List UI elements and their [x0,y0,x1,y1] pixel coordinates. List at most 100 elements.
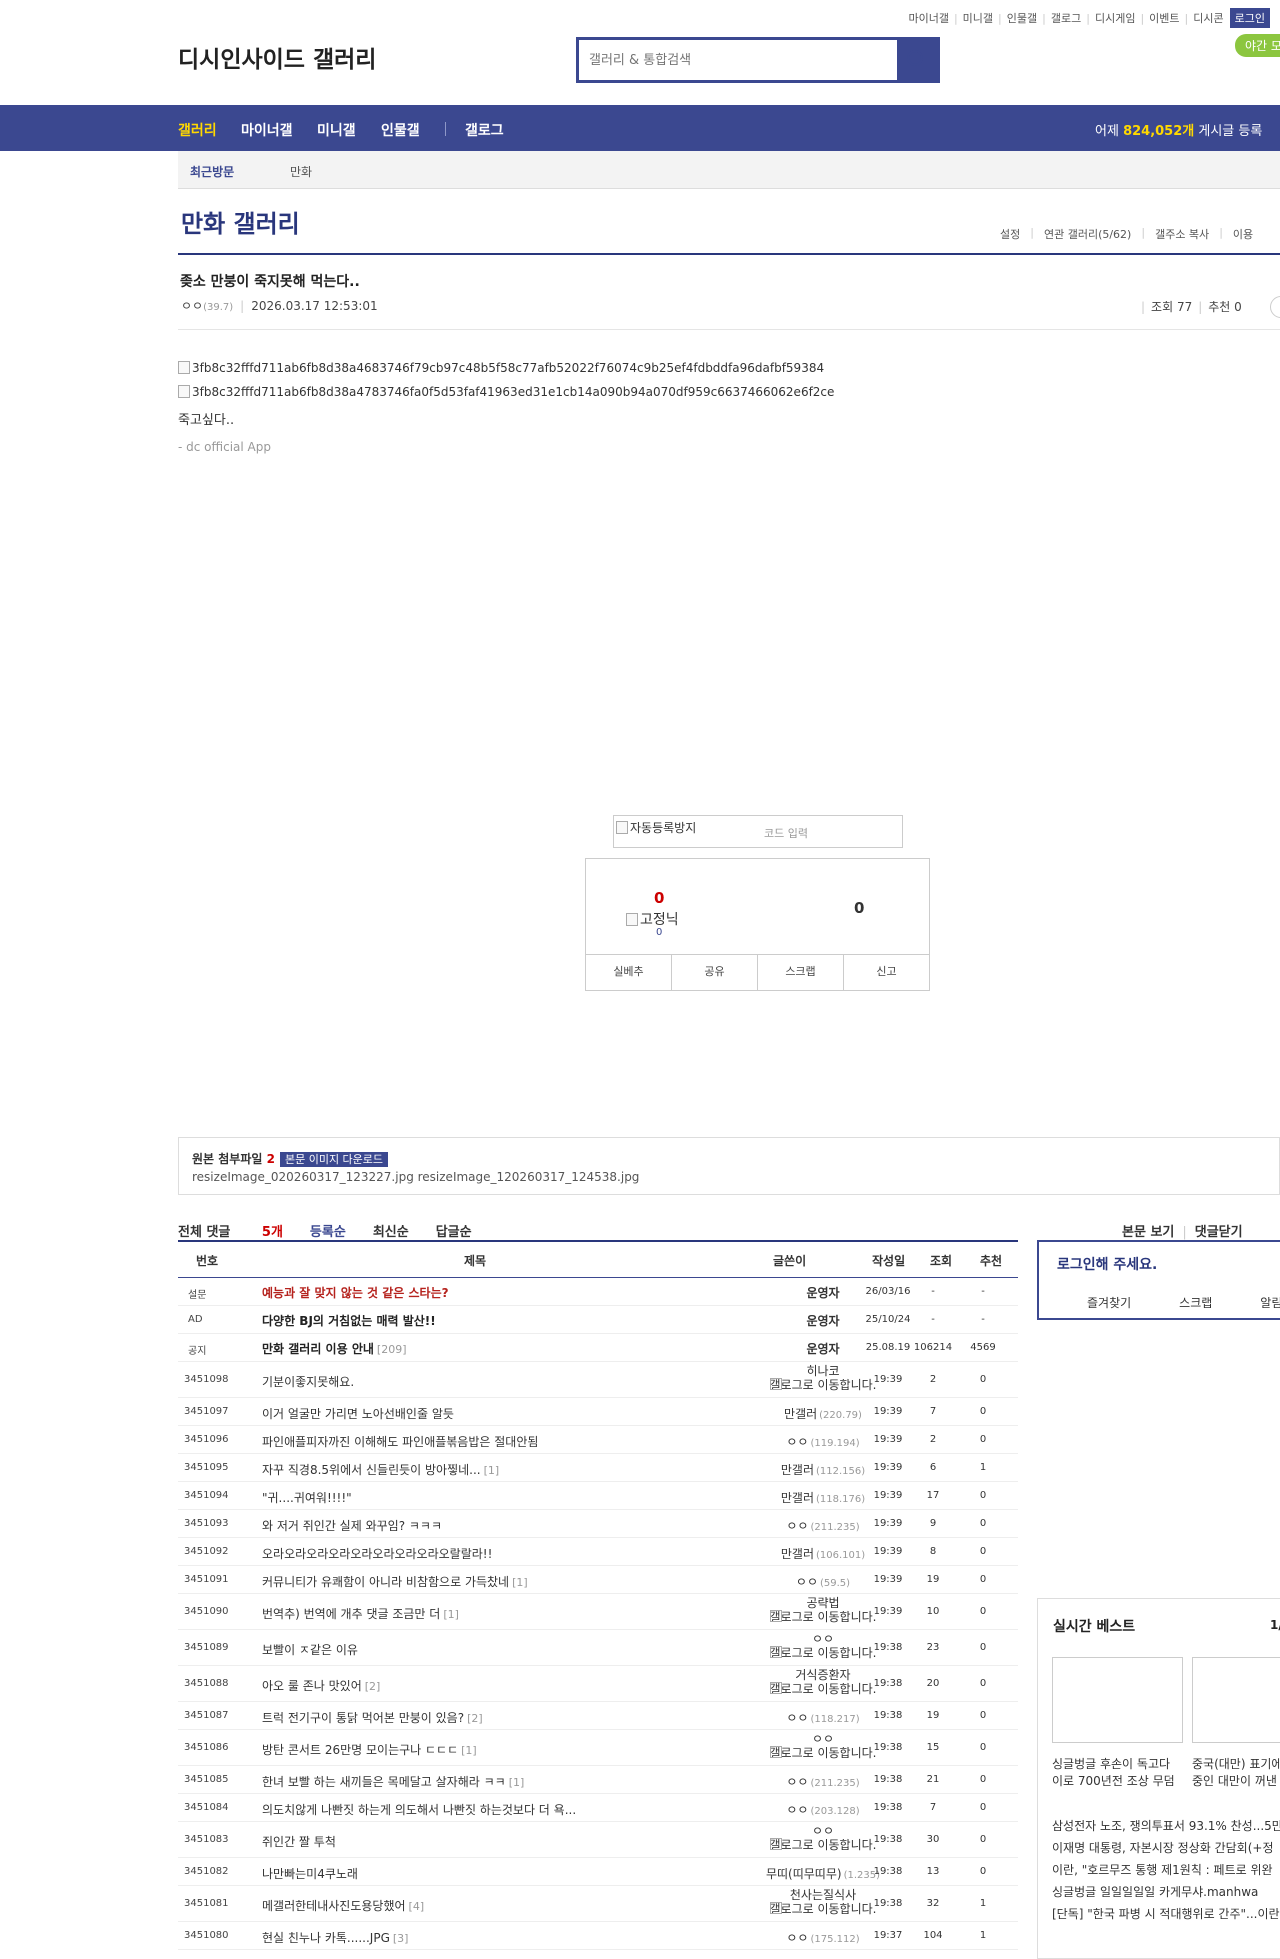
reply-count[interactable]: [1] [512,1576,528,1589]
post-row[interactable]: 3451084 의도치않게 나빤짓 하는게 의도해서 나빤짓 하는것보다 더 욕.… [178,1794,1018,1822]
best-item[interactable]: 이란, "호르무즈 통행 제1원칙 : 페트로 위완 [1052,1861,1273,1878]
reply-count[interactable]: [1] [484,1464,500,1477]
writer-nick[interactable]: 만갤러 [781,1491,814,1505]
downvote-count[interactable]: 0 [854,899,864,917]
writer-nick[interactable]: ㅇㅇ [796,1575,818,1589]
sort-latest-tab[interactable]: 최신순 [373,1221,409,1240]
recent-visit-item[interactable]: 만화 [290,163,312,180]
post-title-link[interactable]: 쥐인간 짤 투척 [262,1833,336,1850]
post-title-text[interactable]: "귀....귀여워!!!!" [262,1491,352,1505]
post-title-text[interactable]: 의도치않게 나빤짓 하는게 의도해서 나빤짓 하는것보다 더 욕... [262,1803,576,1817]
reply-count[interactable]: [1] [443,1608,459,1621]
post-row[interactable]: 3451080 현실 친누나 카톡......JPG [3] ㅇㅇ (175.112) 1… [178,1922,1018,1950]
post-image[interactable]: 3fb8c32fffd711ab6fb8d38a4783746fa0f5d53f… [178,385,834,399]
top-link[interactable]: 이벤트 [1149,10,1179,26]
copy-address-link[interactable]: 갤주소 복사 [1155,226,1209,242]
post-title-text[interactable]: 이거 얼굴만 가리면 노아선배인줄 알듯 [262,1407,454,1421]
post-row[interactable]: 3451088 아오 룰 존나 맛있어 [2] 거식증환자 갤로그로 이동합니다. 19:… [178,1666,1018,1702]
post-row[interactable]: 3451086 방탄 콘서트 26만명 모이는구나 ㄷㄷㄷ [1] ㅇㅇ 갤로그로 이동… [178,1730,1018,1766]
post-title-link[interactable]: 기분이좋지못해요. [262,1373,354,1390]
all-comments-tab[interactable]: 전체 댓글 5개 [178,1221,283,1240]
post-row[interactable]: 3451096 파인애플피자까진 이해해도 파인애플볶음밥은 절대안됨 ㅇㅇ (119… [178,1426,1018,1454]
notice-row[interactable]: 설문 예능과 잘 맞지 않는 것 같은 스타는? 운영자 26/03/16- - [178,1278,1018,1306]
scrap-link[interactable]: 스크랩 [1179,1294,1212,1311]
post-title-text[interactable]: 자꾸 직경8.5위에서 신들린듯이 방아찧네... [262,1463,481,1477]
post-row[interactable]: 3451083 쥐인간 짤 투척 ㅇㅇ 갤로그로 이동합니다. 19:38 30 0 [178,1822,1018,1858]
post-title-text[interactable]: 기분이좋지못해요. [262,1375,354,1389]
settings-link[interactable]: 설정 [1000,226,1020,242]
best-thumbnail[interactable] [1052,1657,1183,1743]
best-item[interactable]: 싱글벙글 일일일일일 카게무샤.manhwa [1052,1883,1258,1900]
post-row[interactable]: 3451098 기분이좋지못해요. 히나코 갤로그로 이동합니다. 19:39 2 0 [178,1362,1018,1398]
nav-mini-gallery[interactable]: 미니갤 [317,120,356,140]
reply-count[interactable]: [3] [393,1932,409,1945]
top-link[interactable]: 미니갤 [963,10,993,26]
scrap-button[interactable]: 스크랩 [758,955,844,990]
related-gallery-link[interactable]: 연관 갤러리(5/62) [1044,226,1131,242]
post-row[interactable]: 3451087 트럭 전기구이 통닭 먹어본 만붕이 있음? [2] ㅇㅇ (118.2… [178,1702,1018,1730]
upvote-count[interactable]: 0 [654,889,664,907]
post-author[interactable]: ㅇㅇ [181,299,203,313]
post-image[interactable]: 3fb8c32fffd711ab6fb8d38a4683746f79cb97c4… [178,361,824,375]
reply-count[interactable]: [1] [461,1744,477,1757]
post-title-link[interactable]: 자꾸 직경8.5위에서 신들린듯이 방아찧네... [1] [262,1461,499,1478]
report-button[interactable]: 신고 [844,955,929,990]
top-link[interactable]: 디시게임 [1095,10,1135,26]
alarm-link[interactable]: 알림 [1260,1294,1280,1311]
sort-registered-tab[interactable]: 등록순 [310,1221,346,1240]
post-title-link[interactable]: 나만빠는미4쿠노래 [262,1865,358,1882]
top-link[interactable]: 인물갤 [1007,10,1037,26]
sort-reply-tab[interactable]: 답글순 [436,1221,472,1240]
post-title-text[interactable]: 커뮤니티가 유쾌함이 아니라 비참함으로 가득찼네 [262,1575,509,1589]
post-title-link[interactable]: 이거 얼굴만 가리면 노아선배인줄 알듯 [262,1405,454,1422]
post-title-link[interactable]: 커뮤니티가 유쾌함이 아니라 비참함으로 가득찼네 [1] [262,1573,528,1590]
post-title-text[interactable]: 트럭 전기구이 통닭 먹어본 만붕이 있음? [262,1711,464,1725]
post-title-text[interactable]: 현실 친누나 카톡......JPG [262,1931,390,1945]
top-link[interactable]: 디시콘 [1193,10,1223,26]
nav-gallery[interactable]: 갤러리 [178,120,217,140]
post-row[interactable]: 3451085 한녀 보빨 하는 새끼들은 목메달고 살자해라 ㅋㅋ [1] ㅇㅇ (2… [178,1766,1018,1794]
post-title-link[interactable]: 현실 친누나 카톡......JPG [3] [262,1929,408,1946]
nav-minor-gallery[interactable]: 마이너갤 [241,120,293,140]
post-title-link[interactable]: 와 저거 쥐인간 실제 와꾸임? ㅋㅋㅋ [262,1517,442,1534]
fixed-nick-upvote[interactable]: 고정닉 [626,909,679,929]
nav-person-gallery[interactable]: 인물갤 [381,120,420,140]
search-input[interactable] [579,40,897,80]
post-row[interactable]: 3451092 오라오라오라오라오라오라오라오라오랄랄라!! 만갤러 (106.101… [178,1538,1018,1566]
post-title-text[interactable]: 메갤러한테내사진도용당했어 [262,1899,406,1913]
notice-row[interactable]: 공지 만화 갤러리 이용 안내 [209] 운영자 25.08.19 106214 4569 [178,1334,1018,1362]
notice-title[interactable]: 만화 갤러리 이용 안내 [209] [262,1340,407,1357]
view-body-link[interactable]: 본문 보기 [1122,1225,1174,1240]
download-images-button[interactable]: 본문 이미지 다운로드 [279,1152,389,1167]
notice-title-text[interactable]: 만화 갤러리 이용 안내 [262,1342,374,1356]
writer-nick[interactable]: 만갤러 [784,1407,817,1421]
post-title-text[interactable]: 방탄 콘서트 26만명 모이는구나 ㄷㄷㄷ [262,1743,458,1757]
notice-title[interactable]: 예능과 잘 맞지 않는 것 같은 스타는? [262,1284,449,1301]
post-title-text[interactable]: 아오 룰 존나 맛있어 [262,1679,362,1693]
night-mode-button[interactable]: 야간 모 [1235,34,1280,57]
post-row[interactable]: 3451082 나만빠는미4쿠노래 무띠(띠무띠무) (1.235) 19:38 13 0 [178,1858,1018,1886]
reply-count[interactable]: [2] [467,1712,483,1725]
post-title-link[interactable]: 오라오라오라오라오라오라오라오라오랄랄라!! [262,1545,492,1562]
best-item[interactable]: 삼성전자 노조, 쟁의투표서 93.1% 찬성...5만 [1052,1817,1280,1834]
post-row[interactable]: 3451081 메갤러한테내사진도용당했어 [4] 천사는질식사 갤로그로 이동합니다.… [178,1886,1018,1922]
post-title-text[interactable]: 나만빠는미4쿠노래 [262,1867,358,1881]
post-title-link[interactable]: 번역추) 번역에 개추 댓글 조금만 더 [1] [262,1605,459,1622]
search-button[interactable] [897,40,937,80]
favorites-link[interactable]: 즐겨찾기 [1087,1294,1131,1311]
login-button[interactable]: 로그인 [1229,8,1270,28]
post-row[interactable]: 3451094 "귀....귀여워!!!!" 만갤러 (118.176) 19:39 17… [178,1482,1018,1510]
post-title-link[interactable]: 트럭 전기구이 통닭 먹어본 만붕이 있음? [2] [262,1709,483,1726]
post-row[interactable]: 3451089 보빨이 ㅈ같은 이유 ㅇㅇ 갤로그로 이동합니다. 19:38 23 0 [178,1630,1018,1666]
post-title-link[interactable]: 의도치않게 나빤짓 하는게 의도해서 나빤짓 하는것보다 더 욕... [262,1801,576,1818]
post-title-text[interactable]: 와 저거 쥐인간 실제 와꾸임? ㅋㅋㅋ [262,1519,442,1533]
writer-nick[interactable]: ㅇㅇ [786,1775,808,1789]
post-title-link[interactable]: 보빨이 ㅈ같은 이유 [262,1641,358,1658]
writer-nick[interactable]: 무띠(띠무띠무) [766,1867,842,1881]
best-item[interactable]: 이재명 대통령, 자본시장 정상화 간담회(+정 [1052,1839,1274,1856]
post-title-text[interactable]: 쥐인간 짤 투척 [262,1835,336,1849]
post-title-link[interactable]: 메갤러한테내사진도용당했어 [4] [262,1897,424,1914]
post-title-text[interactable]: 오라오라오라오라오라오라오라오라오랄랄라!! [262,1547,492,1561]
post-row[interactable]: 3451091 커뮤니티가 유쾌함이 아니라 비참함으로 가득찼네 [1] ㅇㅇ (59… [178,1566,1018,1594]
writer-nick[interactable]: 만갤러 [781,1463,814,1477]
